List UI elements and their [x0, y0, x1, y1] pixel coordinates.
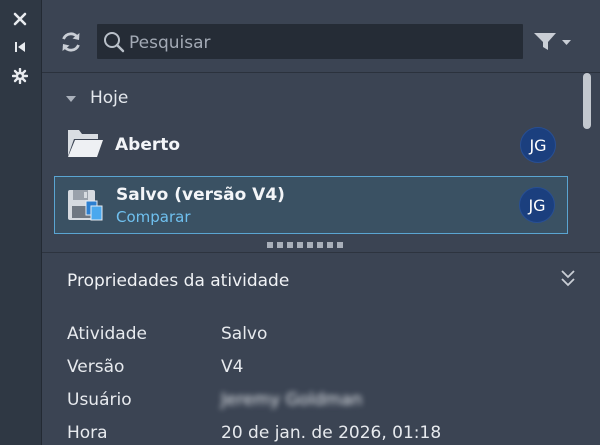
activity-item-aberto[interactable]: Aberto JG	[54, 116, 568, 174]
property-value: V4	[221, 357, 244, 377]
list-scrollbar[interactable]	[582, 73, 592, 245]
toolbar	[42, 0, 600, 73]
properties-table: Atividade Salvo Versão V4 Usuário Jeremy…	[42, 312, 600, 445]
property-key: Versão	[67, 357, 125, 377]
property-row-usuario: Usuário Jeremy Goldman	[67, 388, 362, 412]
close-icon[interactable]	[10, 9, 30, 29]
avatar: JG	[520, 127, 556, 163]
activity-item-salvo[interactable]: Salvo (versão V4) Comparar JG	[54, 176, 568, 234]
property-row-versao: Versão V4	[67, 355, 243, 379]
property-key: Usuário	[67, 390, 132, 410]
avatar: JG	[519, 187, 555, 223]
activity-panel: Hoje Aberto JG	[42, 0, 600, 445]
gear-icon[interactable]	[10, 66, 30, 86]
property-key: Atividade	[67, 324, 147, 344]
collapse-caret-icon	[66, 96, 76, 102]
properties-title: Propriedades da atividade	[67, 271, 290, 291]
property-row-hora: Hora 20 de jan. de 2026, 01:18	[67, 421, 441, 445]
group-label: Hoje	[90, 88, 129, 108]
chevron-double-down-icon[interactable]	[560, 269, 576, 293]
collapse-panel-icon[interactable]	[10, 37, 30, 57]
activity-list: Hoje Aberto JG Salvo (versão V4) Compara…	[42, 73, 600, 250]
compare-link[interactable]: Comparar	[116, 208, 191, 226]
save-icon	[67, 187, 103, 227]
property-row-atividade: Atividade Salvo	[67, 322, 267, 346]
search-input[interactable]	[127, 24, 511, 61]
properties-header[interactable]: Propriedades da atividade	[42, 252, 600, 313]
folder-open-icon	[66, 126, 104, 164]
panel-splitter[interactable]	[42, 238, 600, 252]
group-header-hoje[interactable]: Hoje	[66, 87, 128, 109]
filter-icon[interactable]	[534, 31, 574, 53]
property-value: Salvo	[221, 324, 268, 344]
activity-title: Salvo (versão V4)	[116, 185, 285, 205]
scrollbar-thumb[interactable]	[583, 73, 591, 129]
property-key: Hora	[67, 423, 108, 443]
refresh-icon[interactable]	[58, 29, 84, 55]
splitter-grip-icon	[267, 242, 343, 248]
search-box[interactable]	[97, 24, 523, 61]
property-value-user: Jeremy Goldman	[221, 390, 363, 410]
property-value: 20 de jan. de 2026, 01:18	[221, 423, 442, 443]
search-icon	[103, 31, 125, 57]
side-rail	[0, 0, 42, 445]
activity-title: Aberto	[115, 135, 181, 155]
